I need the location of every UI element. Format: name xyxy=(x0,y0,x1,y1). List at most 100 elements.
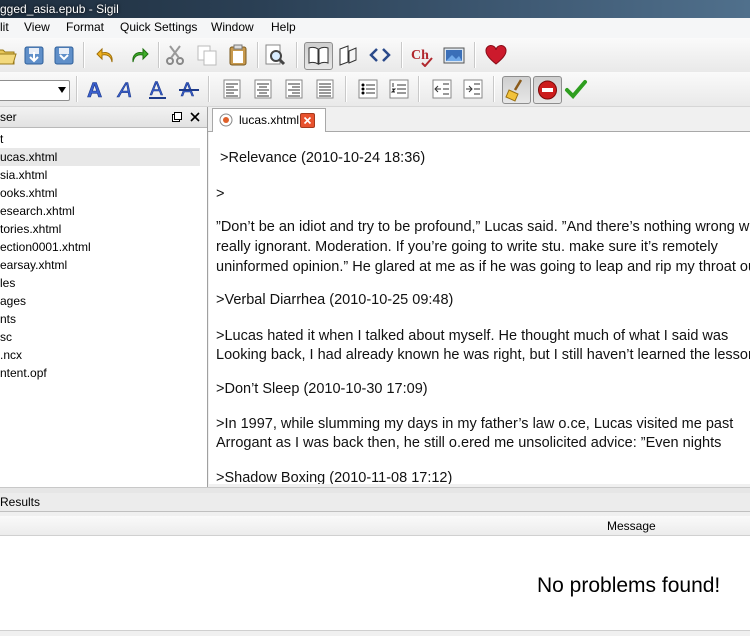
results-column-header: Message xyxy=(0,516,750,536)
close-panel-icon[interactable] xyxy=(190,112,200,122)
tree-item[interactable]: sc xyxy=(0,328,12,346)
indent-icon[interactable] xyxy=(461,77,485,101)
numbered-list-icon[interactable] xyxy=(387,77,411,101)
menu-window[interactable]: Window xyxy=(211,20,254,34)
tree-item[interactable]: ection0001.xhtml xyxy=(0,238,91,256)
window-title: gged_asia.epub - Sigil xyxy=(0,2,119,16)
column-message[interactable]: Message xyxy=(607,519,656,533)
book-browser-header: ser xyxy=(0,107,207,128)
entry-heading: >Verbal Diarrhea (2010-10-25 09:48) xyxy=(216,292,454,308)
copy-icon[interactable] xyxy=(195,43,219,67)
tree-item[interactable]: sia.xhtml xyxy=(0,166,47,184)
menu-quick-settings[interactable]: Quick Settings xyxy=(120,20,197,34)
toolbar-separator xyxy=(83,42,85,68)
tree-item[interactable]: .ncx xyxy=(0,346,22,364)
text-line: >Lucas hated it when I talked about myse… xyxy=(216,328,729,344)
justify-icon[interactable] xyxy=(313,77,337,101)
entry-heading: >Shadow Boxing (2010-11-08 17:12) xyxy=(216,470,453,484)
tree-item-selected[interactable]: ucas.xhtml xyxy=(0,148,200,166)
menu-file-edit[interactable]: lit xyxy=(0,20,9,34)
chevron-down-icon xyxy=(58,87,66,93)
align-left-icon[interactable] xyxy=(220,77,244,101)
menu-bar: lit View Format Quick Settings Window He… xyxy=(0,18,750,39)
tree-item[interactable]: les xyxy=(0,274,15,292)
tab-label: lucas.xhtml xyxy=(239,113,300,127)
toolbar-separator xyxy=(418,76,420,102)
svg-text:A: A xyxy=(116,79,132,101)
main-toolbar: Ch xyxy=(0,38,750,73)
toolbar-separator xyxy=(296,42,298,68)
stop-icon[interactable] xyxy=(533,76,562,104)
menu-view[interactable]: View xyxy=(24,20,50,34)
svg-text:A: A xyxy=(150,79,163,100)
cut-icon[interactable] xyxy=(163,43,187,67)
toolbar-separator xyxy=(208,76,210,102)
heading-style-dropdown[interactable] xyxy=(0,80,70,101)
text-line: Arrogant as I was back then, he still o.… xyxy=(216,435,722,451)
outdent-icon[interactable] xyxy=(430,77,454,101)
toolbar-separator xyxy=(345,76,347,102)
clean-icon[interactable] xyxy=(502,76,531,104)
tree-item[interactable]: esearch.xhtml xyxy=(0,202,75,220)
underline-a-icon[interactable]: A xyxy=(146,77,170,101)
text-line: Looking back, I had already known he was… xyxy=(216,347,750,363)
text-line: uninformed opinion.” He glared at me as … xyxy=(216,259,750,275)
float-panel-icon[interactable] xyxy=(172,112,182,122)
toolbar-separator xyxy=(158,42,160,68)
window-title-bar: gged_asia.epub - Sigil xyxy=(0,0,750,18)
tree-item[interactable]: ntent.opf xyxy=(0,364,47,382)
menu-format[interactable]: Format xyxy=(66,20,104,34)
tree-item[interactable]: t xyxy=(0,130,3,148)
image-icon[interactable] xyxy=(442,43,466,67)
text-line: really ignorant. Moderation. If you’re g… xyxy=(216,239,718,255)
menu-help[interactable]: Help xyxy=(271,20,296,34)
open-icon[interactable] xyxy=(0,43,18,67)
entry-heading: >Don’t Sleep (2010-10-30 17:09) xyxy=(216,381,428,397)
donate-heart-icon[interactable] xyxy=(484,43,508,67)
svg-text:A: A xyxy=(87,79,102,101)
svg-text:Ch: Ch xyxy=(411,48,429,63)
check-icon[interactable] xyxy=(564,77,588,101)
results-list: No problems found! xyxy=(0,536,750,631)
book-view-icon[interactable] xyxy=(304,42,333,70)
tab-lucas-xhtml[interactable]: lucas.xhtml xyxy=(212,108,326,132)
results-title: Results xyxy=(0,495,41,509)
format-toolbar: A A A A xyxy=(0,72,750,107)
text-line: > xyxy=(216,186,225,202)
toolbar-separator xyxy=(493,76,495,102)
save-as-icon[interactable] xyxy=(52,43,76,67)
find-icon[interactable] xyxy=(263,43,287,67)
toolbar-separator xyxy=(76,76,78,102)
redo-icon[interactable] xyxy=(127,43,151,67)
bullet-list-icon[interactable] xyxy=(356,77,380,101)
bold-a-icon[interactable]: A xyxy=(84,77,108,103)
split-view-icon[interactable] xyxy=(336,43,360,67)
panel-title: ser xyxy=(0,110,17,124)
spellcheck-icon[interactable]: Ch xyxy=(410,43,434,68)
code-view-icon[interactable] xyxy=(368,43,392,67)
strike-a-icon[interactable]: A xyxy=(177,77,201,101)
toolbar-separator xyxy=(257,42,259,68)
tab-close-button[interactable] xyxy=(300,113,315,128)
toolbar-separator xyxy=(474,42,476,68)
book-view-editor[interactable]: >Relevance (2010-10-24 18:36) > ”Don’t b… xyxy=(209,132,750,484)
tree-item[interactable]: ages xyxy=(0,292,26,310)
align-right-icon[interactable] xyxy=(282,77,306,101)
undo-icon[interactable] xyxy=(94,43,118,67)
entry-heading: >Relevance (2010-10-24 18:36) xyxy=(220,150,426,166)
results-panel-header: Results xyxy=(0,493,750,512)
tree-item[interactable]: earsay.xhtml xyxy=(0,256,67,274)
tree-item[interactable]: tories.xhtml xyxy=(0,220,61,238)
xhtml-file-icon xyxy=(219,113,233,127)
align-center-icon[interactable] xyxy=(251,77,275,101)
tree-item[interactable]: ooks.xhtml xyxy=(0,184,57,202)
toolbar-separator xyxy=(401,42,403,68)
paste-icon[interactable] xyxy=(226,43,250,67)
tree-item[interactable]: nts xyxy=(0,310,16,328)
text-line: ”Don’t be an idiot and try to be profoun… xyxy=(216,219,750,235)
save-icon[interactable] xyxy=(22,43,46,67)
italic-a-icon[interactable]: A xyxy=(115,77,139,103)
close-icon xyxy=(303,116,312,125)
no-problems-message: No problems found! xyxy=(537,574,721,597)
text-line: >In 1997, while slumming my days in my f… xyxy=(216,416,734,432)
